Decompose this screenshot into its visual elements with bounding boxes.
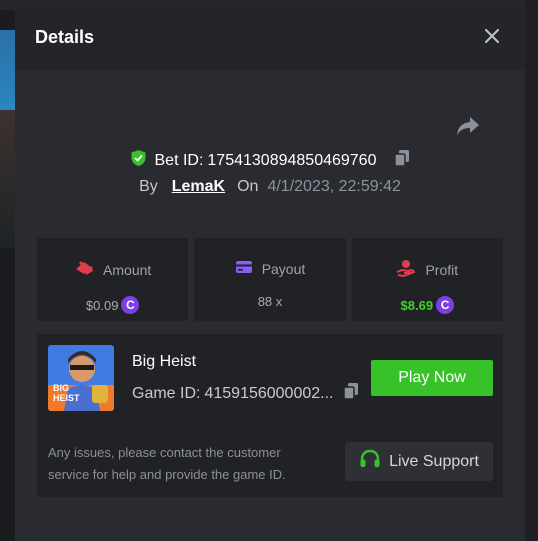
copy-icon[interactable]: [343, 382, 359, 405]
bet-id-row: Bet ID: 1754130894850469760: [15, 149, 525, 172]
stat-payout-label: Payout: [261, 260, 306, 277]
on-label: On: [237, 178, 259, 195]
coin-icon: C: [121, 296, 140, 314]
bet-details-modal: Details Bet ID: 1754130894850469760 By L…: [15, 5, 525, 541]
stat-profit-value: $8.69: [400, 297, 434, 313]
background-banner-dark: [0, 110, 15, 248]
headset-icon: [359, 449, 381, 474]
play-now-button[interactable]: Play Now: [371, 360, 493, 396]
game-id-row: Game ID: 4159156000002...: [132, 382, 359, 405]
profit-hand-icon: [396, 259, 416, 280]
support-text: Any issues, please contact the customer …: [48, 445, 286, 482]
payout-card-icon: [235, 259, 253, 278]
live-support-label: Live Support: [389, 452, 479, 470]
share-icon[interactable]: [455, 115, 481, 137]
game-id-label: Game ID:: [132, 384, 201, 402]
background-right-strip: [525, 0, 538, 541]
copy-icon[interactable]: [394, 149, 410, 172]
bet-id-label: Bet ID:: [154, 151, 204, 169]
live-support-button[interactable]: Live Support: [345, 442, 493, 481]
modal-header: Details: [15, 5, 525, 70]
thumb-text-big: BIG: [53, 383, 70, 393]
user-link[interactable]: LemaK: [172, 178, 225, 196]
amount-icon: [74, 259, 94, 280]
bet-id-value: 1754130894850469760: [207, 151, 377, 169]
game-title: Big Heist: [132, 353, 197, 370]
game-id-value: 4159156000002...: [204, 384, 334, 402]
stat-profit-label: Profit: [425, 261, 459, 278]
stat-payout: Payout 88 x: [194, 238, 346, 321]
game-card: BIG HEIST Big Heist Game ID: 41591560000…: [37, 334, 503, 497]
close-icon[interactable]: [483, 27, 501, 45]
stat-profit: Profit $8.69 C: [351, 238, 503, 321]
by-label: By: [139, 178, 158, 195]
shield-check-icon: [130, 149, 147, 172]
stat-amount: Amount $0.09 C: [37, 238, 189, 321]
thumb-text-heist: HEIST: [53, 393, 80, 403]
stat-amount-label: Amount: [103, 261, 152, 278]
stat-payout-value: 88 x: [257, 294, 283, 309]
coin-icon: C: [436, 296, 455, 314]
stat-amount-value: $0.09: [85, 297, 119, 313]
bet-author-row: By LemaK On 4/1/2023, 22:59:42: [15, 178, 525, 196]
game-thumbnail[interactable]: BIG HEIST: [48, 345, 114, 411]
bet-stats: Amount $0.09 C Payout 88 x Profit $8.69 …: [37, 238, 503, 321]
modal-title: Details: [35, 27, 95, 47]
bet-date: 4/1/2023, 22:59:42: [267, 178, 401, 195]
